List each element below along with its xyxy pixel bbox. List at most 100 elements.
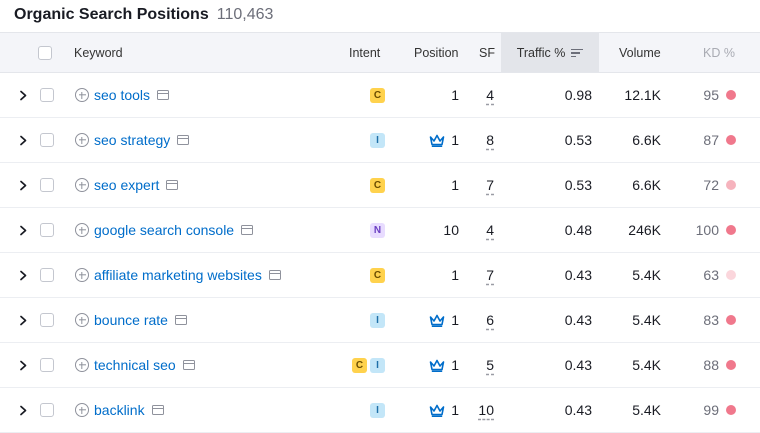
- crown-icon: [429, 404, 445, 417]
- kd-cell: 88: [703, 343, 736, 387]
- row-checkbox[interactable]: [40, 313, 54, 327]
- intent-cell: I: [367, 388, 385, 432]
- column-header-sf[interactable]: SF: [479, 33, 495, 72]
- column-header-traffic[interactable]: Traffic %: [501, 33, 599, 72]
- plus-circle-icon[interactable]: [75, 358, 89, 372]
- column-header-position[interactable]: Position: [414, 33, 458, 72]
- chevron-right-icon[interactable]: [19, 360, 28, 371]
- sf-value[interactable]: 4: [486, 222, 494, 238]
- row-checkbox[interactable]: [40, 403, 54, 417]
- sf-cell: 5: [486, 343, 494, 387]
- sf-value[interactable]: 5: [486, 357, 494, 373]
- sf-value[interactable]: 7: [486, 267, 494, 283]
- expand-row-cell: [19, 343, 28, 387]
- column-header-volume[interactable]: Volume: [619, 33, 661, 72]
- column-header-keyword[interactable]: Keyword: [74, 33, 123, 72]
- intent-badge: N: [370, 222, 385, 238]
- plus-circle-icon[interactable]: [75, 133, 89, 147]
- intent-badge: C: [352, 357, 367, 373]
- keyword-link[interactable]: bounce rate: [94, 312, 168, 328]
- sf-value[interactable]: 6: [486, 312, 494, 328]
- table-row[interactable]: affiliate marketing websites C 1 7 0.43 5.4K 6…: [0, 253, 760, 298]
- sort-descending-icon[interactable]: [571, 48, 584, 58]
- kd-difficulty-dot: [726, 270, 736, 280]
- chevron-right-icon[interactable]: [19, 135, 28, 146]
- keyword-link[interactable]: technical seo: [94, 357, 176, 373]
- report-header: Organic Search Positions 110,463: [14, 0, 273, 30]
- traffic-value: 0.98: [564, 87, 592, 103]
- chevron-right-icon[interactable]: [19, 180, 28, 191]
- row-checkbox[interactable]: [40, 178, 54, 192]
- plus-circle-icon[interactable]: [75, 223, 89, 237]
- sf-value[interactable]: 4: [486, 87, 494, 103]
- plus-circle-icon[interactable]: [75, 178, 89, 192]
- table-row[interactable]: seo strategy I 1 8 0.53 6.6K 87: [0, 118, 760, 163]
- position-cell: 1: [429, 118, 459, 162]
- serp-snapshot-icon[interactable]: [151, 405, 164, 415]
- column-header-kd[interactable]: KD %: [703, 33, 735, 72]
- select-cell: [40, 388, 54, 432]
- chevron-right-icon[interactable]: [19, 405, 28, 416]
- keyword-cell: backlink: [75, 388, 164, 432]
- crown-icon: [429, 314, 445, 327]
- traffic-value: 0.43: [564, 357, 592, 373]
- position-cell: 1: [429, 388, 459, 432]
- traffic-cell: 0.43: [565, 343, 592, 387]
- position-value: 10: [443, 222, 459, 238]
- select-cell: [40, 163, 54, 207]
- plus-circle-icon[interactable]: [75, 403, 89, 417]
- keyword-link[interactable]: seo tools: [94, 87, 150, 103]
- kd-value: 63: [703, 267, 719, 283]
- chevron-right-icon[interactable]: [19, 225, 28, 236]
- intent-cell: C: [367, 73, 385, 117]
- chevron-right-icon[interactable]: [19, 90, 28, 101]
- expand-row-cell: [19, 73, 28, 117]
- sf-value[interactable]: 10: [478, 402, 494, 418]
- expand-row-cell: [19, 298, 28, 342]
- serp-snapshot-icon[interactable]: [268, 270, 281, 280]
- expand-row-cell: [19, 208, 28, 252]
- keyword-link[interactable]: google search console: [94, 222, 234, 238]
- row-checkbox[interactable]: [40, 223, 54, 237]
- keyword-link[interactable]: backlink: [94, 402, 145, 418]
- sf-value[interactable]: 7: [486, 177, 494, 193]
- traffic-cell: 0.43: [565, 253, 592, 297]
- intent-badge: C: [370, 87, 385, 103]
- row-checkbox[interactable]: [40, 133, 54, 147]
- kd-difficulty-dot: [726, 135, 736, 145]
- chevron-right-icon[interactable]: [19, 315, 28, 326]
- kd-difficulty-dot: [726, 405, 736, 415]
- plus-circle-icon[interactable]: [75, 88, 89, 102]
- table-row[interactable]: bounce rate I 1 6 0.43 5.4K 83: [0, 298, 760, 343]
- table-row[interactable]: backlink I 1 10 0.43 5.4K 99: [0, 388, 760, 433]
- table-row[interactable]: google search console N 10 4 0.48 246K 100: [0, 208, 760, 253]
- sf-cell: 10: [478, 388, 494, 432]
- plus-circle-icon[interactable]: [75, 313, 89, 327]
- keyword-link[interactable]: seo strategy: [94, 132, 170, 148]
- kd-difficulty-dot: [726, 360, 736, 370]
- traffic-value: 0.53: [564, 132, 592, 148]
- plus-circle-icon[interactable]: [75, 268, 89, 282]
- serp-snapshot-icon[interactable]: [182, 360, 195, 370]
- serp-snapshot-icon[interactable]: [174, 315, 187, 325]
- sf-value[interactable]: 8: [486, 132, 494, 148]
- table-row[interactable]: technical seo C I 1 5 0.43 5.4K 88: [0, 343, 760, 388]
- position-value: 1: [451, 402, 459, 418]
- serp-snapshot-icon[interactable]: [157, 90, 170, 100]
- serp-snapshot-icon[interactable]: [177, 135, 190, 145]
- keyword-link[interactable]: affiliate marketing websites: [94, 267, 262, 283]
- table-row[interactable]: seo tools C 1 4 0.98 12.1K 95: [0, 73, 760, 118]
- traffic-cell: 0.98: [565, 73, 592, 117]
- serp-snapshot-icon[interactable]: [166, 180, 179, 190]
- row-checkbox[interactable]: [40, 358, 54, 372]
- kd-cell: 99: [703, 388, 736, 432]
- column-header-intent[interactable]: Intent: [349, 33, 380, 72]
- keyword-link[interactable]: seo expert: [94, 177, 159, 193]
- select-all-checkbox[interactable]: [38, 45, 52, 60]
- row-checkbox[interactable]: [40, 268, 54, 282]
- chevron-right-icon[interactable]: [19, 270, 28, 281]
- volume-value: 5.4K: [632, 312, 661, 328]
- row-checkbox[interactable]: [40, 88, 54, 102]
- table-row[interactable]: seo expert C 1 7 0.53 6.6K 72: [0, 163, 760, 208]
- serp-snapshot-icon[interactable]: [241, 225, 254, 235]
